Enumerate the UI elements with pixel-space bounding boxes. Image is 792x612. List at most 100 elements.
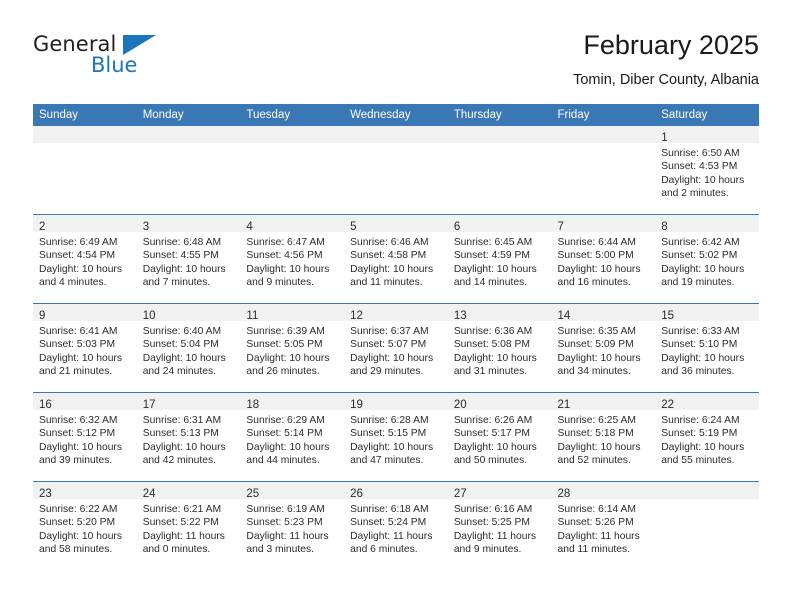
day-number-band: 18 — [240, 393, 345, 411]
calendar-cell-empty — [551, 126, 656, 215]
calendar-day-cell[interactable]: 28 Sunrise: 6:14 AM Sunset: 5:26 PM Dayligh… — [551, 481, 656, 570]
sunset-time: Sunset: 5:20 PM — [39, 517, 116, 529]
calendar-day-cell[interactable]: 4 Sunrise: 6:47 AM Sunset: 4:56 PM Daylight… — [240, 214, 345, 304]
sunrise-time: Sunrise: 6:28 AM — [350, 415, 429, 426]
calendar-day-cell[interactable]: 5 Sunrise: 6:46 AM Sunset: 4:58 PM Daylight… — [344, 214, 448, 304]
calendar-day-cell[interactable]: 20 Sunrise: 6:26 AM Sunset: 5:17 PM Dayligh… — [447, 392, 552, 482]
calendar-day-cell[interactable]: 14 Sunrise: 6:35 AM Sunset: 5:09 PM Dayligh… — [551, 303, 656, 393]
day-number-band: 16 — [33, 393, 137, 411]
calendar-day-cell[interactable]: 26 Sunrise: 6:18 AM Sunset: 5:24 PM Dayligh… — [344, 481, 448, 570]
calendar-day-cell[interactable]: 24 Sunrise: 6:21 AM Sunset: 5:22 PM Dayligh… — [136, 481, 241, 570]
daylight-duration-line2: and 11 minutes. — [557, 543, 631, 555]
daylight-duration-line2: and 9 minutes. — [453, 543, 522, 555]
calendar-day-cell[interactable]: 2 Sunrise: 6:49 AM Sunset: 4:54 PM Daylight… — [33, 214, 137, 304]
sunrise-time: Sunrise: 6:47 AM — [246, 237, 325, 248]
calendar-day-cell[interactable]: 3 Sunrise: 6:48 AM Sunset: 4:55 PM Daylight… — [136, 214, 241, 304]
daylight-duration-line2: and 42 minutes. — [142, 454, 216, 466]
day-number-band: 2 — [33, 215, 137, 233]
daylight-duration-line1: Daylight: 10 hours — [453, 352, 537, 364]
sunset-time: Sunset: 5:17 PM — [453, 428, 530, 440]
day-number: 25 — [246, 488, 260, 500]
calendar-day-cell[interactable]: 12 Sunrise: 6:37 AM Sunset: 5:07 PM Dayligh… — [344, 303, 448, 393]
daylight-duration-line1: Daylight: 11 hours — [142, 530, 225, 542]
day-number-band: 9 — [33, 304, 137, 322]
weekday-header-thursday: Thursday — [447, 104, 552, 126]
calendar-day-cell[interactable]: 15 Sunrise: 6:33 AM Sunset: 5:10 PM Dayligh… — [655, 303, 759, 393]
sunset-time: Sunset: 5:07 PM — [350, 339, 427, 351]
day-details: Sunrise: 6:32 AM Sunset: 5:12 PM Daylight:… — [33, 410, 137, 467]
daylight-duration-line2: and 36 minutes. — [661, 365, 735, 377]
weekday-header-tuesday: Tuesday — [240, 104, 345, 126]
day-details: Sunrise: 6:21 AM Sunset: 5:22 PM Daylight:… — [137, 499, 241, 556]
day-details: Sunrise: 6:44 AM Sunset: 5:00 PM Daylight:… — [552, 232, 656, 289]
daylight-duration-line1: Daylight: 10 hours — [557, 352, 641, 364]
day-number: 15 — [661, 310, 675, 322]
sunset-time: Sunset: 5:15 PM — [350, 428, 427, 440]
calendar-day-cell[interactable]: 10 Sunrise: 6:40 AM Sunset: 5:04 PM Dayligh… — [136, 303, 241, 393]
calendar-day-cell[interactable]: 9 Sunrise: 6:41 AM Sunset: 5:03 PM Daylight… — [33, 303, 137, 393]
day-number: 23 — [39, 488, 52, 500]
sunset-time: Sunset: 4:56 PM — [246, 250, 323, 262]
calendar-day-cell[interactable]: 16 Sunrise: 6:32 AM Sunset: 5:12 PM Dayligh… — [33, 392, 137, 482]
day-number: 7 — [557, 221, 564, 233]
calendar-day-cell[interactable]: 17 Sunrise: 6:31 AM Sunset: 5:13 PM Dayligh… — [136, 392, 241, 482]
page-header: General Blue February 2025 Tomin, Diber … — [33, 28, 759, 98]
calendar-day-cell[interactable]: 23 Sunrise: 6:22 AM Sunset: 5:20 PM Dayligh… — [33, 481, 137, 570]
day-details: Sunrise: 6:25 AM Sunset: 5:18 PM Daylight:… — [552, 410, 656, 467]
sunrise-time: Sunrise: 6:45 AM — [453, 237, 533, 248]
calendar-day-cell[interactable]: 19 Sunrise: 6:28 AM Sunset: 5:15 PM Dayligh… — [344, 392, 448, 482]
calendar-day-cell[interactable]: 22 Sunrise: 6:24 AM Sunset: 5:19 PM Dayligh… — [655, 392, 759, 482]
calendar-day-cell[interactable]: 27 Sunrise: 6:16 AM Sunset: 5:25 PM Dayligh… — [447, 481, 552, 570]
sunset-time: Sunset: 4:55 PM — [142, 250, 219, 262]
day-number-band: 14 — [551, 304, 656, 322]
calendar-day-cell[interactable]: 13 Sunrise: 6:36 AM Sunset: 5:08 PM Dayligh… — [447, 303, 552, 393]
calendar-day-cell[interactable]: 1 Sunrise: 6:50 AM Sunset: 4:53 PM Daylight… — [655, 126, 759, 215]
day-number: 1 — [661, 132, 668, 144]
sunrise-time: Sunrise: 6:42 AM — [661, 237, 740, 248]
daylight-duration-line2: and 26 minutes. — [246, 365, 320, 377]
sunset-time: Sunset: 5:04 PM — [142, 339, 219, 351]
calendar-day-cell[interactable]: 7 Sunrise: 6:44 AM Sunset: 5:00 PM Daylight… — [551, 214, 656, 304]
daylight-duration-line2: and 24 minutes. — [142, 365, 216, 377]
general-blue-logo: General Blue — [33, 32, 213, 88]
calendar-day-cell[interactable]: 6 Sunrise: 6:45 AM Sunset: 4:59 PM Daylight… — [447, 214, 552, 304]
daylight-duration-line1: Daylight: 10 hours — [661, 352, 745, 364]
weekday-header-sunday: Sunday — [33, 104, 137, 126]
weekday-header-friday: Friday — [551, 104, 656, 126]
calendar-day-cell[interactable]: 8 Sunrise: 6:42 AM Sunset: 5:02 PM Daylight… — [655, 214, 759, 304]
daylight-duration-line1: Daylight: 10 hours — [350, 441, 434, 453]
day-details: Sunrise: 6:19 AM Sunset: 5:23 PM Daylight:… — [240, 499, 344, 556]
day-number: 11 — [246, 310, 259, 322]
page-subtitle: Tomin, Diber County, Albania — [573, 72, 759, 88]
calendar-week-row: 16 Sunrise: 6:32 AM Sunset: 5:12 PM Dayligh… — [33, 392, 759, 482]
daylight-duration-line2: and 52 minutes. — [557, 454, 631, 466]
day-number-band: 11 — [240, 304, 345, 322]
day-number-band: 1 — [655, 126, 759, 144]
sunset-time: Sunset: 5:25 PM — [453, 517, 530, 529]
sunset-time: Sunset: 5:24 PM — [350, 517, 427, 529]
calendar-day-cell[interactable]: 11 Sunrise: 6:39 AM Sunset: 5:05 PM Dayligh… — [240, 303, 345, 393]
calendar-week-row: 1 Sunrise: 6:50 AM Sunset: 4:53 PM Daylight… — [33, 126, 759, 215]
calendar-cell-empty — [136, 126, 241, 215]
daylight-duration-line2: and 55 minutes. — [661, 454, 735, 466]
daylight-duration-line2: and 3 minutes. — [246, 543, 314, 555]
sunset-time: Sunset: 5:22 PM — [142, 517, 219, 529]
calendar-day-cell[interactable]: 21 Sunrise: 6:25 AM Sunset: 5:18 PM Dayligh… — [551, 392, 656, 482]
logo-text-blue: Blue — [91, 53, 138, 77]
day-number: 9 — [39, 310, 46, 322]
daylight-duration-line2: and 4 minutes. — [39, 276, 107, 288]
day-number: 16 — [39, 399, 52, 411]
weekday-header-wednesday: Wednesday — [344, 104, 448, 126]
daylight-duration-line1: Daylight: 10 hours — [661, 174, 745, 186]
daylight-duration-line1: Daylight: 10 hours — [557, 441, 641, 453]
sunset-time: Sunset: 5:09 PM — [557, 339, 634, 351]
sunrise-time: Sunrise: 6:25 AM — [557, 415, 636, 426]
day-number: 13 — [453, 310, 467, 322]
daylight-duration-line1: Daylight: 10 hours — [246, 441, 330, 453]
sunset-time: Sunset: 5:12 PM — [39, 428, 116, 440]
calendar-day-cell[interactable]: 18 Sunrise: 6:29 AM Sunset: 5:14 PM Dayligh… — [240, 392, 345, 482]
calendar-day-cell[interactable]: 25 Sunrise: 6:19 AM Sunset: 5:23 PM Dayligh… — [240, 481, 345, 570]
sunrise-time: Sunrise: 6:31 AM — [142, 415, 222, 426]
daylight-duration-line2: and 58 minutes. — [39, 543, 113, 555]
day-number-band: 26 — [344, 482, 448, 500]
